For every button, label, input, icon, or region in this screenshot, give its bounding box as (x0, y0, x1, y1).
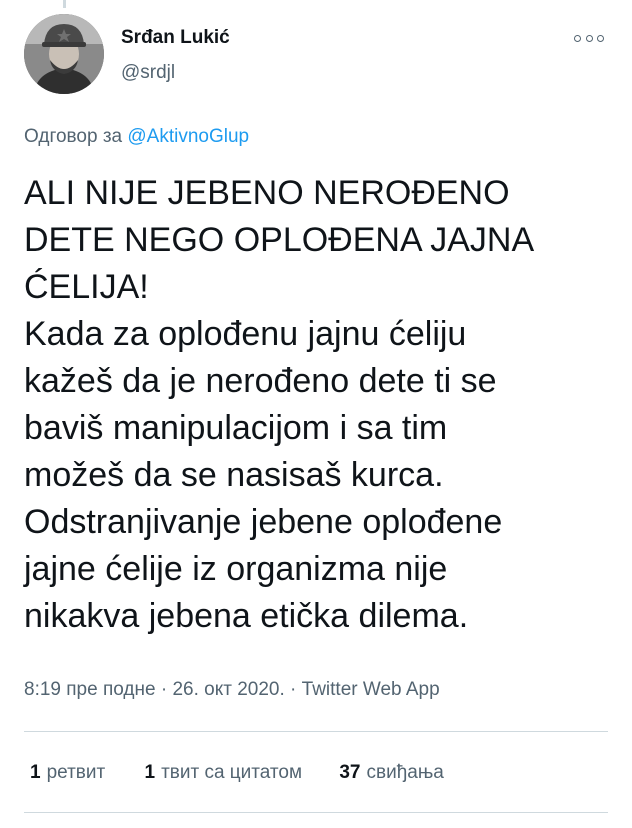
quotes-stat[interactable]: 1 твит са цитатом (144, 762, 302, 784)
tweet-text: ALI NIJE JEBENO NEROĐENO DETE NEGO OPLOĐ… (24, 174, 535, 635)
meta-separator: · (160, 679, 168, 700)
dot-icon (585, 34, 593, 42)
author-handle[interactable]: @srdjl (121, 62, 175, 84)
likes-label: свиђања (366, 762, 444, 783)
dot-icon (574, 34, 581, 42)
reply-context: Одговор за @AktivnoGlup (24, 126, 249, 148)
tweet-time[interactable]: 8:19 пре подне (24, 679, 156, 700)
retweets-count: 1 (30, 762, 41, 783)
likes-stat[interactable]: 37 свиђања (339, 762, 444, 784)
author-display-name[interactable]: Srđan Lukić (121, 27, 230, 49)
retweets-stat[interactable]: 1 ретвит (30, 762, 105, 784)
tweet-metadata: 8:19 пре подне · 26. окт 2020. · Twitter… (24, 679, 440, 701)
likes-count: 37 (339, 762, 361, 783)
quotes-label: твит са цитатом (161, 762, 303, 783)
reply-prefix: Одговор за (24, 126, 123, 147)
tweet-source-link[interactable]: Twitter Web App (302, 679, 440, 700)
tweet-date[interactable]: 26. окт 2020. (172, 679, 284, 700)
engagement-stats: 1 ретвит 1 твит са цитатом 37 свиђања (30, 762, 444, 784)
meta-separator: · (290, 679, 297, 700)
avatar[interactable] (24, 14, 104, 94)
dot-icon (597, 34, 604, 42)
thread-connector-line (63, 0, 66, 8)
retweets-label: ретвит (46, 762, 106, 783)
user-avatar-photo-icon (24, 14, 104, 94)
quotes-count: 1 (144, 762, 156, 783)
more-options-icon[interactable] (574, 30, 604, 46)
divider (24, 731, 608, 732)
divider (24, 812, 608, 813)
reply-mention-link[interactable]: @AktivnoGlup (127, 126, 249, 147)
